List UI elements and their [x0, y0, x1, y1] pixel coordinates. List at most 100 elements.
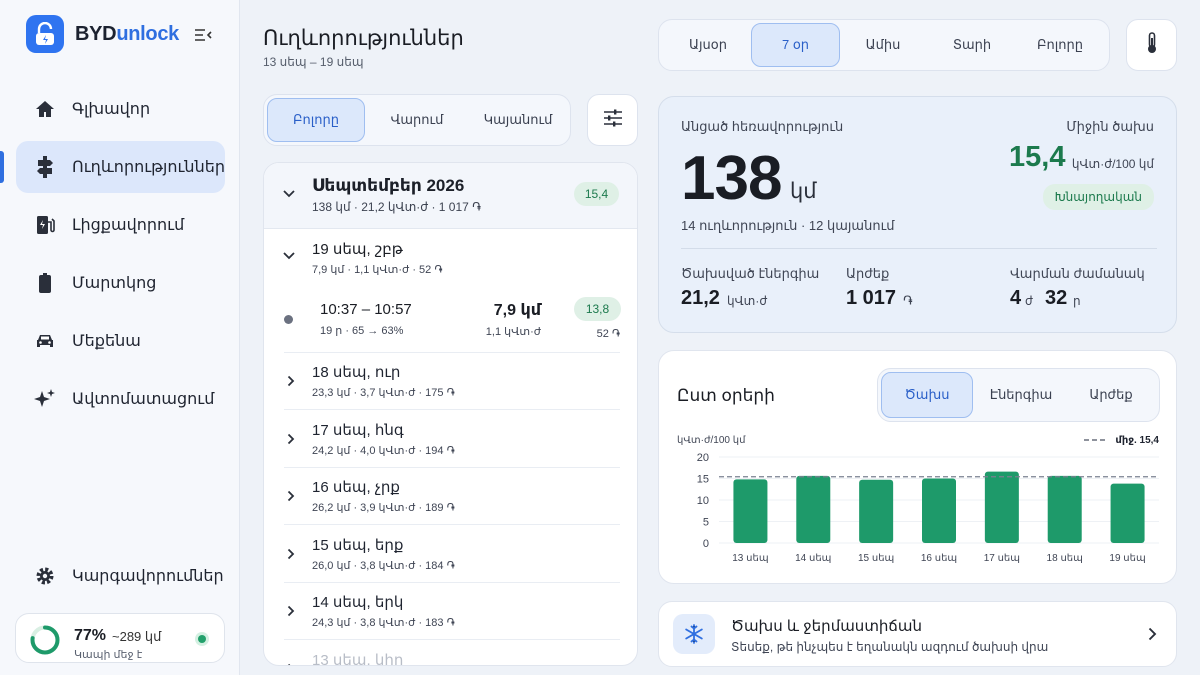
tab-cost[interactable]: Արժեք: [1065, 374, 1157, 416]
page-title: Ուղևորություններ: [263, 27, 464, 50]
bar[interactable]: [859, 479, 894, 543]
sidebar-item-label: Ուղևորություններ: [72, 159, 225, 176]
tab-all[interactable]: Բոլորը: [1017, 25, 1103, 65]
chevron-right-icon: [284, 374, 298, 388]
x-tick-label: 19 սեպ: [1109, 553, 1145, 564]
filter-driving[interactable]: Վարում: [368, 100, 466, 140]
trip-energy: 1,1 կՎտ·ժ: [485, 326, 541, 338]
x-tick-label: 17 սեպ: [984, 553, 1020, 564]
energy-unit: կՎտ·ժ: [727, 294, 768, 308]
day-group[interactable]: 17 սեպ, հնգ 24,2 կմ · 4,0 կՎտ·ժ · 194 ֏: [284, 411, 620, 468]
lock-icon: [26, 15, 64, 53]
filter-all[interactable]: Բոլորը: [267, 98, 365, 142]
y-tick-label: 20: [697, 452, 709, 464]
chevron-down-icon: [282, 187, 296, 201]
sidebar-item-battery[interactable]: Մարտկոց: [16, 257, 225, 309]
avg-consumption-value: 15,4: [1009, 141, 1066, 173]
tab-energy[interactable]: Էներգիա: [975, 374, 1067, 416]
day-title: 17 սեպ, հնգ: [312, 421, 404, 439]
bar[interactable]: [1110, 483, 1145, 543]
y-tick-label: 0: [703, 538, 709, 550]
tip-title: Ծախս և ջերմաստիճան: [731, 618, 922, 635]
bar[interactable]: [1047, 475, 1082, 543]
day-summary: 24,2 կմ · 4,0 կՎտ·ժ · 194 ֏: [312, 444, 455, 457]
sidebar-item-settings[interactable]: Կարգավորումներ: [16, 550, 225, 602]
consumption-temperature-link[interactable]: Ծախս և ջերմաստիճան Տեսեք, թե ինչպես է եղ…: [658, 601, 1177, 667]
energy-label: Ծախսված էներգիա: [681, 266, 820, 281]
distance-label: Անցած հեռավորություն: [681, 119, 844, 134]
collapse-menu-icon[interactable]: [192, 24, 214, 46]
trip-counts: 14 ուղևորություն · 12 կայանում: [681, 218, 895, 233]
trip-dot: [284, 315, 293, 324]
sidebar-item-home[interactable]: Գլխավոր: [16, 83, 225, 135]
day-summary: 26,2 կմ · 3,9 կՎտ·ժ · 189 ֏: [312, 502, 455, 514]
month-group-header[interactable]: Սեպտեմբեր 2026 138 կմ · 21,2 կՎտ·ժ · 1 0…: [264, 163, 637, 229]
bar[interactable]: [984, 471, 1019, 543]
active-indicator: [0, 151, 4, 183]
sidebar-item-car[interactable]: Մեքենա: [16, 315, 225, 367]
trip-row[interactable]: 10:37 – 10:57 19 ր · 65 → 63% 7,9 կմ 1,1…: [284, 287, 621, 353]
y-tick-label: 10: [697, 495, 709, 507]
trip-meta: 19 ր · 65 → 63%: [320, 325, 404, 337]
temperature-button[interactable]: [1126, 19, 1177, 71]
tab-month[interactable]: Ամիս: [840, 25, 926, 65]
bar[interactable]: [922, 478, 956, 544]
sidebar-item-charging[interactable]: Լիցքավորում: [16, 199, 225, 251]
thermometer-icon: [1146, 31, 1158, 59]
x-tick-label: 16 սեպ: [921, 553, 957, 564]
sidebar-item-trips[interactable]: Ուղևորություններ: [16, 141, 225, 193]
battery-status-card[interactable]: 77% ~289 կմ Կապի մեջ է: [15, 613, 225, 663]
month-summary: 138 կմ · 21,2 կՎտ·ժ · 1 017 ֏: [312, 200, 481, 214]
battery-range: ~289 կմ: [112, 629, 162, 644]
trip-filter-tabs: Բոլորը Վարում Կայանում: [263, 94, 571, 146]
connection-status: Կապի մեջ է: [74, 649, 143, 661]
day-group[interactable]: 13 սեպ, կիր: [284, 641, 620, 665]
trips-list: Սեպտեմբեր 2026 138 կմ · 21,2 կՎտ·ժ · 1 0…: [263, 162, 638, 666]
x-tick-label: 13 սեպ: [732, 553, 768, 564]
trip-efficiency-badge: 13,8: [574, 297, 621, 321]
sidebar-item-automation[interactable]: Ավտոմատացում: [16, 373, 225, 425]
day-group-open[interactable]: 19 սեպ, շբթ 7,9 կմ · 1,1 կՎտ·ժ · 52 ֏: [264, 229, 637, 287]
day-group[interactable]: 15 սեպ, երք 26,0 կմ · 3,8 կՎտ·ժ · 184 ֏: [284, 526, 620, 583]
day-group[interactable]: 18 սեպ, ուր 23,3 կմ · 3,7 կՎտ·ժ · 175 ֏: [284, 353, 620, 410]
sidebar-item-label: Մարտկոց: [72, 275, 157, 292]
sparkle-icon: [34, 388, 56, 410]
drive-time-label: Վարման ժամանակ: [1010, 266, 1145, 281]
brand[interactable]: BYDunlock: [26, 15, 179, 53]
chevron-right-icon: [284, 547, 298, 561]
chevron-right-icon: [1148, 627, 1157, 646]
sidebar-item-label: Մեքենա: [72, 333, 141, 350]
day-summary: 7,9 կմ · 1,1 կՎտ·ժ · 52 ֏: [312, 264, 443, 276]
trip-cost: 52 ֏: [596, 328, 620, 340]
sliders-icon: [603, 109, 623, 132]
sidebar-item-label: Լիցքավորում: [72, 217, 185, 234]
consumption-bar-chart: կՎտ·ժ/100 կմ միջ. 15,4 0 5 10 15 20 13 սեպ 14…: [677, 435, 1159, 564]
chart-metric-tabs: Ծախս Էներգիա Արժեք: [877, 368, 1160, 422]
tab-7-days[interactable]: 7 օր: [751, 23, 840, 67]
chevron-right-icon: [284, 604, 298, 618]
home-icon: [34, 98, 56, 120]
chevron-right-icon: [284, 432, 298, 446]
bar[interactable]: [733, 479, 768, 543]
chevron-right-icon: [284, 489, 298, 503]
cost-unit: ֏: [903, 293, 913, 308]
day-group[interactable]: 16 սեպ, չրք 26,2 կմ · 3,9 կՎտ·ժ · 189 ֏: [284, 468, 620, 525]
sidebar-item-label: Գլխավոր: [72, 101, 151, 118]
bar[interactable]: [796, 475, 831, 543]
tab-consumption[interactable]: Ծախս: [881, 372, 973, 418]
filter-settings-button[interactable]: [587, 94, 638, 146]
connection-dot: [198, 635, 206, 643]
divider: [681, 248, 1157, 249]
minutes-unit: ր: [1073, 294, 1081, 308]
legend-avg-label: միջ. 15,4: [1115, 435, 1159, 446]
day-title: 14 սեպ, երկ: [312, 594, 404, 611]
tab-today[interactable]: Այսօր: [665, 25, 751, 65]
filter-parking[interactable]: Կայանում: [468, 100, 568, 140]
day-group[interactable]: 14 սեպ, երկ 24,3 կմ · 3,8 կՎտ·ժ · 183 ֏: [284, 583, 620, 640]
x-tick-label: 18 սեպ: [1047, 553, 1083, 564]
x-tick-label: 15 սեպ: [858, 553, 894, 564]
x-tick-label: 14 սեպ: [795, 553, 831, 564]
tab-year[interactable]: Տարի: [929, 25, 1015, 65]
day-title: 16 սեպ, չրք: [312, 479, 400, 496]
y-tick-label: 5: [703, 517, 709, 529]
